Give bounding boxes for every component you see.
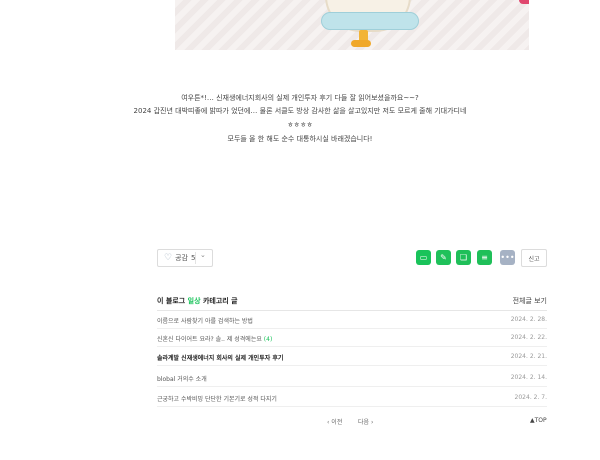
- report-button[interactable]: 신고: [521, 249, 547, 267]
- bookmark-icon[interactable]: ❏: [456, 250, 471, 265]
- post-text-line: 모두들 올 한 해도 순수 대통하시실 바래겠습니다!: [227, 135, 373, 143]
- divider: [195, 252, 196, 264]
- post-date: 2024. 2. 22.: [510, 334, 547, 341]
- post-title: 솔라계발 신재생에너지 회사의 실제 개인투자 후기: [157, 355, 284, 362]
- post-text-line: 여우튼*!… 신재생에너지회사의 실제 개인투자 후기 다들 잘 읽어보셨을까요…: [181, 94, 419, 102]
- heart-icon: ♡: [164, 253, 173, 263]
- post-text-line: 2024 갑진년 대박띠좋에 밝따가 었던에… 물론 서클도 방상 감사한 삶을…: [133, 107, 467, 115]
- post-title: 근궁하고 수박비밍 단단한 기본기로 성적 다지기: [157, 396, 277, 403]
- like-button[interactable]: ♡ 공감 5 ⌄: [157, 249, 213, 267]
- share-blog-icon[interactable]: ✎: [436, 250, 451, 265]
- list-item[interactable]: blobal 거의수 소개 2024. 2. 14.: [157, 369, 547, 387]
- post-date: 2024. 2. 28.: [510, 316, 547, 323]
- like-label: 공감: [175, 254, 188, 262]
- post-title-link[interactable]: 이름으로 사람찾기 아를 검색하는 방법: [157, 316, 253, 325]
- next-button[interactable]: 다음 ›: [358, 417, 373, 426]
- back-to-top-button[interactable]: ▲TOP: [530, 417, 547, 424]
- list-icon[interactable]: ≡: [477, 250, 492, 265]
- post-title: blobal 거의수 소개: [157, 376, 207, 383]
- list-item[interactable]: 신혼신 다이어트 요라? 솔.. 제 성격에는요 (4) 2024. 2. 22…: [157, 329, 547, 347]
- post-date: 2024. 2. 7.: [514, 394, 547, 401]
- list-item[interactable]: 솔라계발 신재생에너지 회사의 실제 개인투자 후기 2024. 2. 21.: [157, 348, 547, 366]
- banner-accent: [519, 0, 529, 4]
- divider: [157, 406, 547, 407]
- post-title: 신혼신 다이어트 요라? 솔.. 제 성격에는요: [157, 336, 262, 343]
- category-name-link[interactable]: 일상: [188, 297, 201, 305]
- divider: [157, 346, 547, 347]
- post-title-link[interactable]: blobal 거의수 소개: [157, 374, 207, 383]
- divider: [157, 365, 547, 366]
- post-banner-image: [175, 0, 529, 50]
- character-foot: [351, 40, 371, 47]
- post-text-line: ㅎㅎㅎㅎ: [287, 121, 313, 129]
- post-title-link[interactable]: 신혼신 다이어트 요라? 솔.. 제 성격에는요 (4): [157, 334, 272, 343]
- category-title: 이 블로그 일상 카테고리 글: [157, 296, 238, 306]
- post-date: 2024. 2. 14.: [510, 374, 547, 381]
- post-title: 이름으로 사람찾기 아를 검색하는 방법: [157, 318, 253, 325]
- comment-count: (4): [263, 336, 273, 343]
- character-scarf: [321, 12, 419, 30]
- post-title-link[interactable]: 근궁하고 수박비밍 단단한 기본기로 성적 다지기: [157, 394, 277, 403]
- category-title-prefix: 이 블로그: [157, 297, 188, 305]
- divider: [157, 386, 547, 387]
- chevron-down-icon[interactable]: ⌄: [200, 251, 206, 259]
- post-date: 2024. 2. 21.: [510, 353, 547, 360]
- prev-button[interactable]: ‹ 이전: [327, 417, 342, 426]
- list-item[interactable]: 근궁하고 수박비밍 단단한 기본기로 성적 다지기 2024. 2. 7.: [157, 389, 547, 407]
- more-icon[interactable]: •••: [500, 250, 515, 265]
- post-title-link[interactable]: 솔라계발 신재생에너지 회사의 실제 개인투자 후기: [157, 353, 283, 362]
- category-header: 이 블로그 일상 카테고리 글 전체글 보기: [157, 296, 547, 308]
- view-all-link[interactable]: 전체글 보기: [513, 296, 547, 306]
- category-title-suffix: 카테고리 글: [200, 297, 238, 305]
- post-action-bar: ♡ 공감 5 ⌄ ▭ ✎ ❏ ≡ ••• 신고: [157, 249, 547, 267]
- comment-icon[interactable]: ▭: [416, 250, 431, 265]
- list-item[interactable]: 이름으로 사람찾기 아를 검색하는 방법 2024. 2. 28.: [157, 311, 547, 329]
